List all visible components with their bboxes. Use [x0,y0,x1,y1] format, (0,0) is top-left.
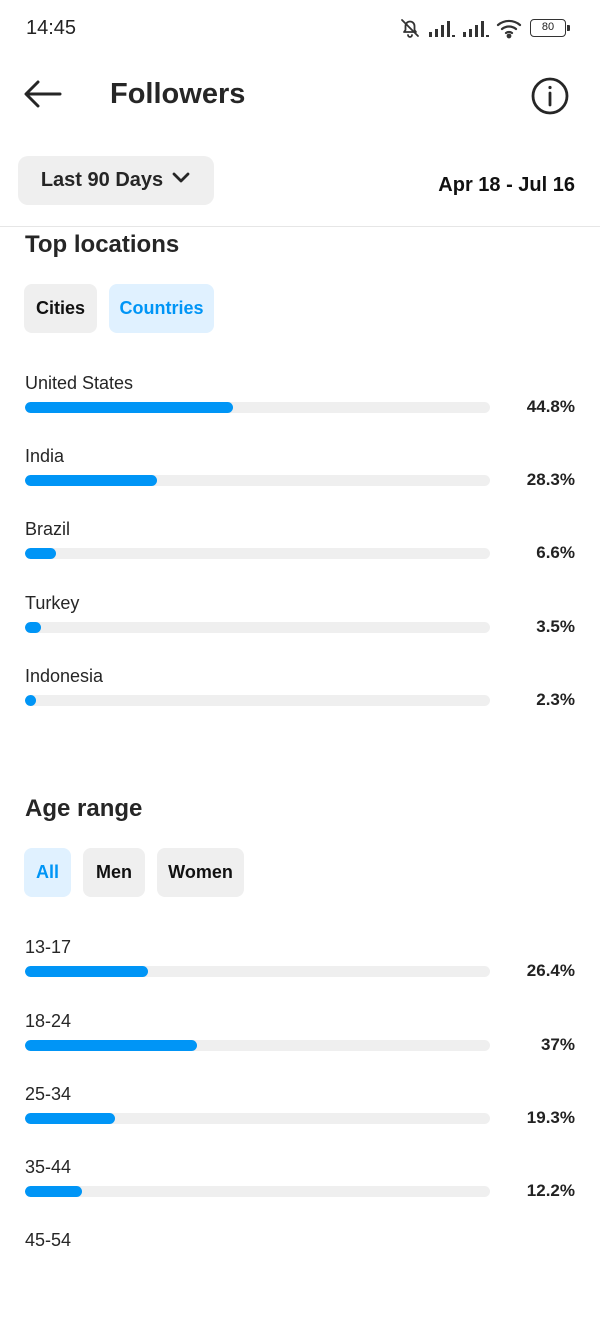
date-range-text: Apr 18 - Jul 16 [438,174,575,196]
location-bar-track [25,548,490,559]
location-bar-track [25,622,490,633]
top-locations-title: Top locations [25,231,180,258]
age-value: 26.4% [526,961,575,980]
info-button[interactable] [530,76,570,116]
location-row: Turkey 3.5% [0,593,600,653]
back-button[interactable] [22,78,64,114]
date-range-dropdown[interactable]: Last 90 Days [18,156,214,205]
tab-cities[interactable]: Cities [24,284,97,333]
age-value: 37% [540,1035,575,1054]
location-value: 2.3% [536,690,575,709]
location-label: Indonesia [25,666,104,686]
location-row: Brazil 6.6% [0,519,600,579]
tab-countries-label: Countries [119,298,204,318]
tab-all[interactable]: All [24,848,71,897]
date-range-dropdown-label: Last 90 Days [40,169,164,191]
page-title: Followers [110,78,246,110]
tab-men-label: Men [96,862,132,882]
location-label: India [25,446,65,466]
location-value: 3.5% [536,617,575,636]
age-row: 35-44 12.2% [0,1157,600,1217]
age-bar-track [25,1186,490,1197]
location-value: 44.8% [526,397,575,416]
tab-women-label: Women [168,862,233,882]
age-bar-track [25,1040,490,1051]
info-icon [530,77,570,120]
location-row: India 28.3% [0,446,600,506]
location-row: Indonesia 2.3% [0,666,600,726]
tab-all-label: All [35,862,59,882]
location-bar-track [25,475,490,486]
location-label: Turkey [25,593,80,613]
location-bar-track [25,402,490,413]
age-value: 12.2% [526,1181,575,1200]
arrow-left-icon [24,80,62,113]
age-bar-track [25,966,490,977]
tab-countries[interactable]: Countries [109,284,214,333]
status-time: 14:45 [26,17,77,39]
battery-indicator: 80 [530,19,570,37]
age-bar-fill [25,966,148,977]
location-value: 28.3% [526,470,575,489]
location-row: United States 44.8% [0,373,600,433]
tab-women[interactable]: Women [157,848,244,897]
age-bar-fill [25,1040,198,1051]
age-row: 18-24 37% [0,1011,600,1071]
age-label: 25-34 [25,1084,72,1104]
status-icons: 80 [398,16,570,40]
bell-off-icon [398,16,422,40]
age-bar-fill [25,1113,115,1124]
location-bar-fill [25,695,36,706]
tab-cities-label: Cities [35,298,86,318]
location-bar-fill [25,402,234,413]
location-value: 6.6% [536,543,575,562]
filter-row: Last 90 Days Apr 18 - Jul 16 [0,156,600,226]
age-label: 45-54 [25,1230,72,1250]
chevron-down-icon [171,171,191,190]
age-row: 13-17 26.4% [0,937,600,997]
age-range-title: Age range [25,795,143,822]
location-bar-fill [25,548,56,559]
age-bar-track [25,1113,490,1124]
signal-icon [462,18,490,38]
location-label: Brazil [25,519,71,539]
location-bar-track [25,695,490,706]
divider [0,226,600,227]
location-label: United States [25,373,134,393]
signal-icon [428,18,456,38]
age-label: 35-44 [25,1157,72,1177]
tab-men[interactable]: Men [83,848,145,897]
age-value: 19.3% [526,1108,575,1127]
age-row: 25-34 19.3% [0,1084,600,1144]
location-bar-fill [25,475,157,486]
age-label: 18-24 [25,1011,72,1031]
header: Followers [0,56,600,136]
age-bar-fill [25,1186,82,1197]
age-label: 13-17 [25,937,72,957]
status-bar: 14:45 80 [0,0,600,56]
bottom-fade [0,1260,600,1333]
location-bar-fill [25,622,42,633]
wifi-icon [496,17,524,39]
